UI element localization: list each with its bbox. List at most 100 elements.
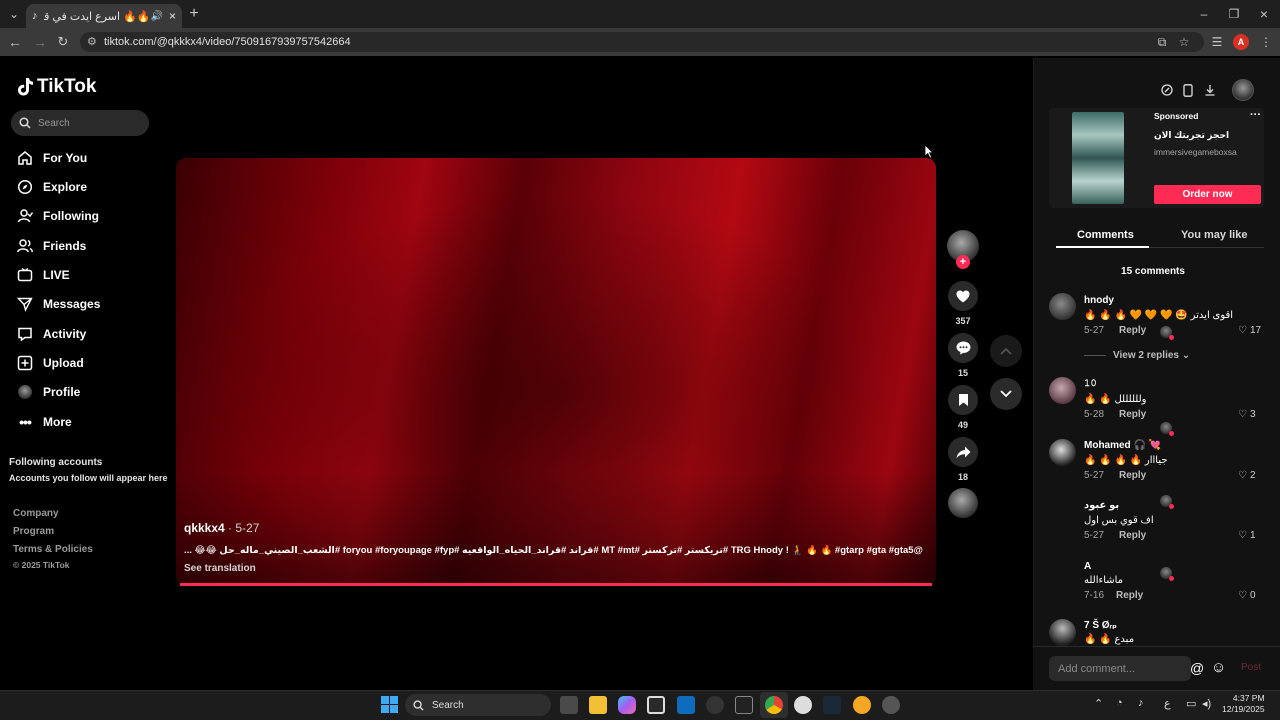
nav-upload[interactable]: Upload <box>16 352 84 374</box>
minimize-icon[interactable]: – <box>1196 6 1212 22</box>
site-info-icon[interactable]: ⚙ <box>87 35 97 48</box>
comment-reply-button[interactable]: Reply <box>1119 470 1146 481</box>
forward-icon[interactable]: → <box>32 34 48 50</box>
tray-chevron-up-icon[interactable]: ⌃ <box>1094 697 1103 710</box>
file-explorer-icon[interactable] <box>589 696 607 714</box>
bookmark-star-icon[interactable]: ☆ <box>1176 34 1192 50</box>
download-icon[interactable] <box>1200 80 1220 100</box>
comment-reply-button[interactable]: Reply <box>1116 590 1143 601</box>
ad-thumbnail[interactable] <box>1072 112 1124 204</box>
nav-messages[interactable]: Messages <box>16 293 100 315</box>
like-button[interactable] <box>948 281 978 311</box>
sound-disc-avatar[interactable] <box>948 488 978 518</box>
emoji-icon[interactable]: ☺ <box>1211 659 1226 676</box>
comment-reply-button[interactable]: Reply <box>1119 409 1146 420</box>
tab-close-icon[interactable]: × <box>169 9 176 23</box>
comment-avatar[interactable] <box>1049 560 1076 587</box>
mention-icon[interactable]: @ <box>1190 660 1204 676</box>
previous-video-button[interactable] <box>990 335 1022 367</box>
video-author[interactable]: qkkkx4 · 5-27 <box>184 521 259 535</box>
comment-like-button[interactable]: ♡ 17 <box>1238 325 1261 336</box>
tab-you-may-like[interactable]: You may like <box>1181 229 1247 241</box>
window-close-icon[interactable]: × <box>1256 6 1272 22</box>
nav-activity[interactable]: Activity <box>16 323 86 345</box>
nav-live[interactable]: LIVE <box>16 264 70 286</box>
comment-like-button[interactable]: ♡ 3 <box>1238 409 1256 420</box>
tray-app-icon[interactable]: ◔ <box>1116 697 1123 709</box>
comment-like-button[interactable]: ♡ 0 <box>1238 590 1256 601</box>
comment-avatar[interactable] <box>1049 619 1076 646</box>
footer-terms[interactable]: Terms & Policies <box>13 544 93 555</box>
tiktok-logo[interactable]: TikTok <box>16 76 96 98</box>
user-avatar[interactable] <box>1232 79 1254 101</box>
tab-search-icon[interactable]: ⌄ <box>6 6 22 22</box>
nav-more[interactable]: ••• More <box>16 411 72 433</box>
comment-reply-button[interactable]: Reply <box>1119 325 1146 336</box>
outlook-icon[interactable] <box>677 696 695 714</box>
capcut-icon[interactable] <box>735 696 753 714</box>
comment-avatar[interactable] <box>1049 377 1076 404</box>
creator-tools-icon[interactable] <box>1157 80 1177 100</box>
taskbar-clock[interactable]: 4:37 PM 12/19/2025 <box>1222 693 1265 715</box>
app-icon[interactable] <box>706 696 724 714</box>
post-comment-button[interactable]: Post <box>1241 662 1261 673</box>
view-replies-button[interactable]: View 2 replies ⌄ <box>1113 350 1190 361</box>
browser-menu-icon[interactable]: ⋮ <box>1258 34 1274 50</box>
comment-button[interactable] <box>948 333 978 363</box>
browser-tab[interactable]: ♪ 🔥🔥 اسرع ايدت في قراندا 🔊 × <box>26 4 182 28</box>
comment-like-button[interactable]: ♡ 1 <box>1238 530 1256 541</box>
footer-program[interactable]: Program <box>13 526 54 537</box>
nav-following[interactable]: Following <box>16 205 99 227</box>
order-now-button[interactable]: Order now <box>1154 185 1261 204</box>
add-comment-input[interactable]: Add comment... <box>1049 656 1191 681</box>
address-bar[interactable]: ⚙ tiktok.com/@qkkkx4/video/7509167939757… <box>80 32 1204 52</box>
comment-avatar[interactable] <box>1049 439 1076 466</box>
copilot-icon[interactable] <box>618 696 636 714</box>
audio-icon[interactable]: 🔊 <box>151 11 163 22</box>
restore-icon[interactable]: ❐ <box>1226 6 1242 22</box>
see-translation-link[interactable]: See translation <box>184 563 256 574</box>
comment-username[interactable]: hnody <box>1084 295 1114 306</box>
back-icon[interactable]: ← <box>7 34 23 50</box>
reading-list-icon[interactable]: ☰ <box>1209 34 1225 50</box>
comment-avatar[interactable] <box>1049 499 1076 526</box>
nav-friends[interactable]: Friends <box>16 235 86 257</box>
share-button[interactable] <box>948 437 978 467</box>
nav-for-you[interactable]: For You <box>16 147 87 169</box>
taskbar-search[interactable]: Search <box>405 694 551 716</box>
steam-icon[interactable] <box>823 696 841 714</box>
comment-username[interactable]: 7 Š Øᵣₚ <box>1084 620 1117 631</box>
language-icon[interactable]: ع <box>1164 697 1171 710</box>
follow-plus-icon[interactable]: + <box>956 255 970 269</box>
obs-icon[interactable] <box>794 696 812 714</box>
install-app-icon[interactable]: ⧉ <box>1154 34 1170 50</box>
nav-explore[interactable]: Explore <box>16 176 87 198</box>
save-button[interactable] <box>948 385 978 415</box>
get-app-icon[interactable] <box>1178 80 1198 100</box>
video-progress-bar[interactable] <box>180 583 932 586</box>
volume-icon[interactable]: ◂) <box>1202 697 1211 710</box>
reload-icon[interactable]: ↻ <box>55 34 71 50</box>
comment-like-button[interactable]: ♡ 2 <box>1238 470 1256 481</box>
chrome-icon[interactable] <box>765 696 783 714</box>
comment-reply-button[interactable]: Reply <box>1119 530 1146 541</box>
tab-comments[interactable]: Comments <box>1077 229 1134 241</box>
profile-avatar[interactable]: A <box>1233 34 1249 50</box>
comment-avatar[interactable] <box>1049 293 1076 320</box>
store-icon[interactable] <box>647 696 665 714</box>
author-username[interactable]: qkkkx4 <box>184 521 225 535</box>
new-tab-icon[interactable]: + <box>186 5 202 22</box>
comment-username[interactable]: 𝟷𝟶 <box>1084 378 1097 389</box>
app-icon[interactable] <box>853 696 871 714</box>
task-view-icon[interactable] <box>560 696 578 714</box>
comment-username[interactable]: A <box>1084 561 1091 572</box>
microphone-icon[interactable]: ♪ <box>1138 697 1144 709</box>
ad-more-icon[interactable]: ··· <box>1250 109 1261 121</box>
ad-advertiser[interactable]: immersivegameboxsa <box>1154 147 1237 157</box>
nav-profile[interactable]: Profile <box>16 381 80 403</box>
comment-username[interactable]: بو عبود <box>1084 500 1119 511</box>
comment-username[interactable]: Mohamed 🎧 💘 <box>1084 440 1161 451</box>
windows-start-icon[interactable] <box>381 696 398 713</box>
next-video-button[interactable] <box>990 378 1022 410</box>
app-icon[interactable] <box>882 696 900 714</box>
